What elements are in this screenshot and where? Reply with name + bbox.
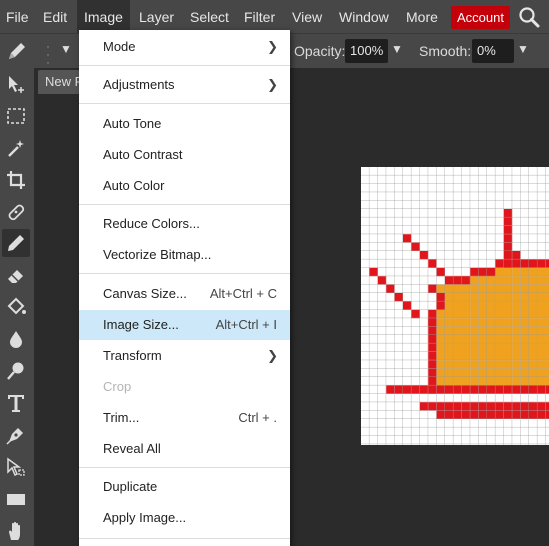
brush-size-handle[interactable]: · · · [46, 40, 50, 68]
menu-separator [79, 65, 290, 66]
account-button[interactable]: Account [451, 6, 510, 29]
menu-item-auto-contrast[interactable]: Auto Contrast [79, 140, 290, 170]
menu-item-shortcut: Ctrl + . [238, 410, 277, 425]
menu-item-crop[interactable]: Crop [79, 372, 290, 402]
bucket-icon[interactable] [2, 293, 30, 321]
menu-item-label: Transform [103, 348, 162, 363]
opacity-field[interactable]: 100% [345, 39, 388, 63]
chevron-right-icon: ❯ [267, 77, 278, 92]
menu-item-label: Reveal All [103, 441, 161, 456]
menu-item-auto-color[interactable]: Auto Color [79, 171, 290, 201]
menu-file[interactable]: File [6, 0, 29, 33]
menu-more[interactable]: More [406, 0, 438, 33]
menu-bar: File Edit Image Layer Select Filter View… [0, 0, 549, 33]
menu-item-label: Vectorize Bitmap... [103, 247, 212, 262]
menu-separator [79, 467, 290, 468]
menu-edit[interactable]: Edit [43, 0, 67, 33]
menu-layer[interactable]: Layer [139, 0, 174, 33]
smooth-field[interactable]: 0% [472, 39, 514, 63]
menu-separator [79, 103, 290, 104]
dodge-icon[interactable] [2, 357, 30, 385]
menu-item-label: Trim... [103, 410, 140, 425]
menu-separator [79, 538, 290, 539]
menu-item-label: Duplicate [103, 479, 158, 494]
menu-item-canvas-size[interactable]: Canvas Size... Alt+Ctrl + C [79, 279, 290, 309]
pixel-art [361, 167, 549, 445]
menu-item-label: Reduce Colors... [103, 216, 200, 231]
menu-item-label: Auto Tone [103, 116, 162, 131]
menu-item-label: Image Size... [103, 317, 179, 332]
tools-panel [0, 68, 34, 546]
opacity-label: Opacity: [294, 43, 346, 59]
menu-item-vectorize-bitmap[interactable]: Vectorize Bitmap... [79, 240, 290, 270]
menu-item-image-size[interactable]: Image Size... Alt+Ctrl + I [79, 310, 290, 340]
search-icon[interactable] [518, 6, 540, 28]
smooth-dropdown-icon[interactable]: ▼ [517, 42, 529, 56]
menu-separator [79, 204, 290, 205]
pencil-icon[interactable] [2, 229, 30, 257]
type-icon[interactable] [2, 389, 30, 417]
menu-item-reduce-colors[interactable]: Reduce Colors... [79, 209, 290, 239]
canvas[interactable] [361, 167, 549, 445]
healing-icon[interactable] [2, 198, 30, 226]
menu-item-label: Mode [103, 39, 136, 54]
opacity-dropdown-icon[interactable]: ▼ [391, 42, 403, 56]
smooth-label: Smooth: [419, 43, 472, 59]
menu-item-auto-tone[interactable]: Auto Tone [79, 109, 290, 139]
menu-filter[interactable]: Filter [244, 0, 275, 33]
menu-select[interactable]: Select [190, 0, 229, 33]
eraser-icon[interactable] [2, 261, 30, 289]
menu-item-label: Adjustments [103, 77, 175, 92]
menu-item-shortcut: Alt+Ctrl + I [215, 317, 277, 332]
rectangle-icon[interactable] [2, 485, 30, 513]
marquee-icon[interactable] [2, 102, 30, 130]
menu-item-apply-image[interactable]: Apply Image... [79, 503, 290, 533]
menu-item-label: Auto Contrast [103, 147, 183, 162]
menu-image[interactable]: Image [77, 0, 130, 33]
chevron-right-icon: ❯ [267, 39, 278, 54]
magic-wand-icon[interactable] [2, 134, 30, 162]
menu-window[interactable]: Window [339, 0, 389, 33]
menu-separator [79, 273, 290, 274]
menu-item-label: Apply Image... [103, 510, 187, 525]
menu-item-transform[interactable]: Transform ❯ [79, 341, 290, 371]
menu-item-duplicate[interactable]: Duplicate [79, 472, 290, 502]
menu-view[interactable]: View [292, 0, 322, 33]
brush-icon[interactable] [6, 40, 28, 62]
menu-item-mode[interactable]: Mode ❯ [79, 32, 290, 62]
blur-icon[interactable] [2, 325, 30, 353]
select-arrow-icon[interactable] [2, 453, 30, 481]
menu-item-label: Canvas Size... [103, 286, 187, 301]
menu-item-shortcut: Alt+Ctrl + C [209, 286, 277, 301]
menu-item-adjustments[interactable]: Adjustments ❯ [79, 70, 290, 100]
move-icon[interactable] [2, 70, 30, 98]
image-menu: Mode ❯ Adjustments ❯ Auto Tone Auto Contra… [79, 30, 290, 546]
menu-item-trim[interactable]: Trim... Ctrl + . [79, 403, 290, 433]
menu-item-label: Auto Color [103, 178, 165, 193]
menu-item-reveal-all[interactable]: Reveal All [79, 434, 290, 464]
crop-icon[interactable] [2, 166, 30, 194]
chevron-down-icon[interactable]: ▼ [60, 42, 72, 56]
chevron-right-icon: ❯ [267, 348, 278, 363]
hand-icon[interactable] [2, 517, 30, 545]
pen-icon[interactable] [2, 421, 30, 449]
menu-item-label: Crop [103, 379, 132, 394]
